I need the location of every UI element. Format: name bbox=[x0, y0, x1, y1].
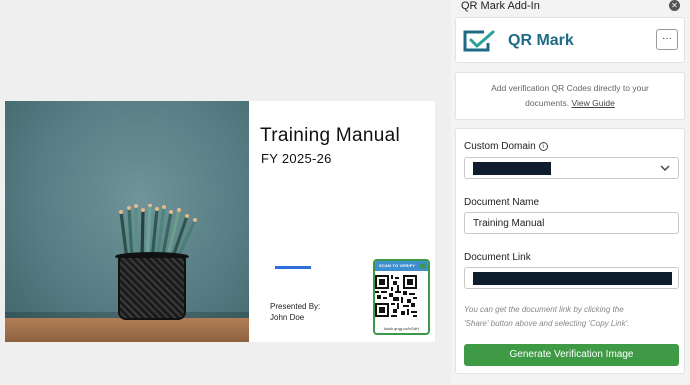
slide-title[interactable]: Training Manual bbox=[260, 125, 400, 147]
qr-code-icon bbox=[375, 275, 417, 317]
custom-domain-label: Custom Domain i bbox=[464, 141, 548, 152]
close-icon[interactable]: ✕ bbox=[669, 0, 680, 11]
generate-verification-image-button[interactable]: Generate Verification Image bbox=[464, 344, 679, 366]
slide-presented-by[interactable]: Presented By: bbox=[270, 302, 320, 311]
document-link-label: Document Link bbox=[464, 252, 531, 263]
document-link-input[interactable] bbox=[464, 267, 679, 289]
slide-canvas[interactable]: Training Manual FY 2025-26 Presented By:… bbox=[5, 101, 435, 342]
document-name-label: Document Name bbox=[464, 197, 540, 208]
qr-badge-header-text: SCAN TO VERIFY bbox=[379, 263, 416, 268]
panel-title: QR Mark Add-In bbox=[461, 0, 540, 12]
brand-name: QR Mark bbox=[508, 32, 574, 49]
redacted-link bbox=[473, 272, 672, 285]
verification-form-card: Custom Domain i Document Name Training Ma… bbox=[455, 128, 685, 374]
document-link-hint-line1: You can get the document link by clickin… bbox=[464, 305, 624, 314]
slide-photo-pencils bbox=[5, 101, 249, 342]
verified-check-icon bbox=[420, 263, 426, 269]
qr-mark-logo-icon bbox=[463, 30, 495, 52]
brand-header-card: QR Mark ··· bbox=[455, 17, 685, 63]
info-icon[interactable]: i bbox=[538, 141, 548, 151]
more-options-button[interactable]: ··· bbox=[656, 29, 678, 50]
intro-text-line2: documents. View Guide bbox=[456, 98, 684, 108]
redacted-domain bbox=[473, 162, 551, 175]
custom-domain-select[interactable] bbox=[464, 157, 679, 179]
pencil-cup bbox=[118, 256, 186, 320]
view-guide-link[interactable]: View Guide bbox=[572, 98, 615, 108]
qr-badge-url: loisik.qrqg.co/bGdH bbox=[384, 326, 419, 331]
photo-wooden-shelf bbox=[5, 318, 249, 342]
chevron-down-icon[interactable] bbox=[660, 162, 670, 174]
slide-subtitle[interactable]: FY 2025-26 bbox=[261, 151, 332, 166]
qr-verification-badge[interactable]: SCAN TO VERIFY loisik.qrqg.co/bGdH bbox=[373, 259, 430, 335]
intro-text-documents: documents. bbox=[525, 98, 570, 108]
document-name-input[interactable]: Training Manual bbox=[464, 212, 679, 234]
custom-domain-label-text: Custom Domain bbox=[464, 141, 536, 152]
qr-badge-header: SCAN TO VERIFY bbox=[375, 261, 428, 271]
intro-text-line1: Add verification QR Codes directly to yo… bbox=[491, 83, 649, 93]
slide-presenter-name[interactable]: John Doe bbox=[270, 313, 304, 322]
slide-accent-bar bbox=[275, 266, 311, 269]
intro-card: Add verification QR Codes directly to yo… bbox=[455, 72, 685, 120]
document-link-hint-line2: 'Share' button above and selecting 'Copy… bbox=[464, 319, 630, 328]
